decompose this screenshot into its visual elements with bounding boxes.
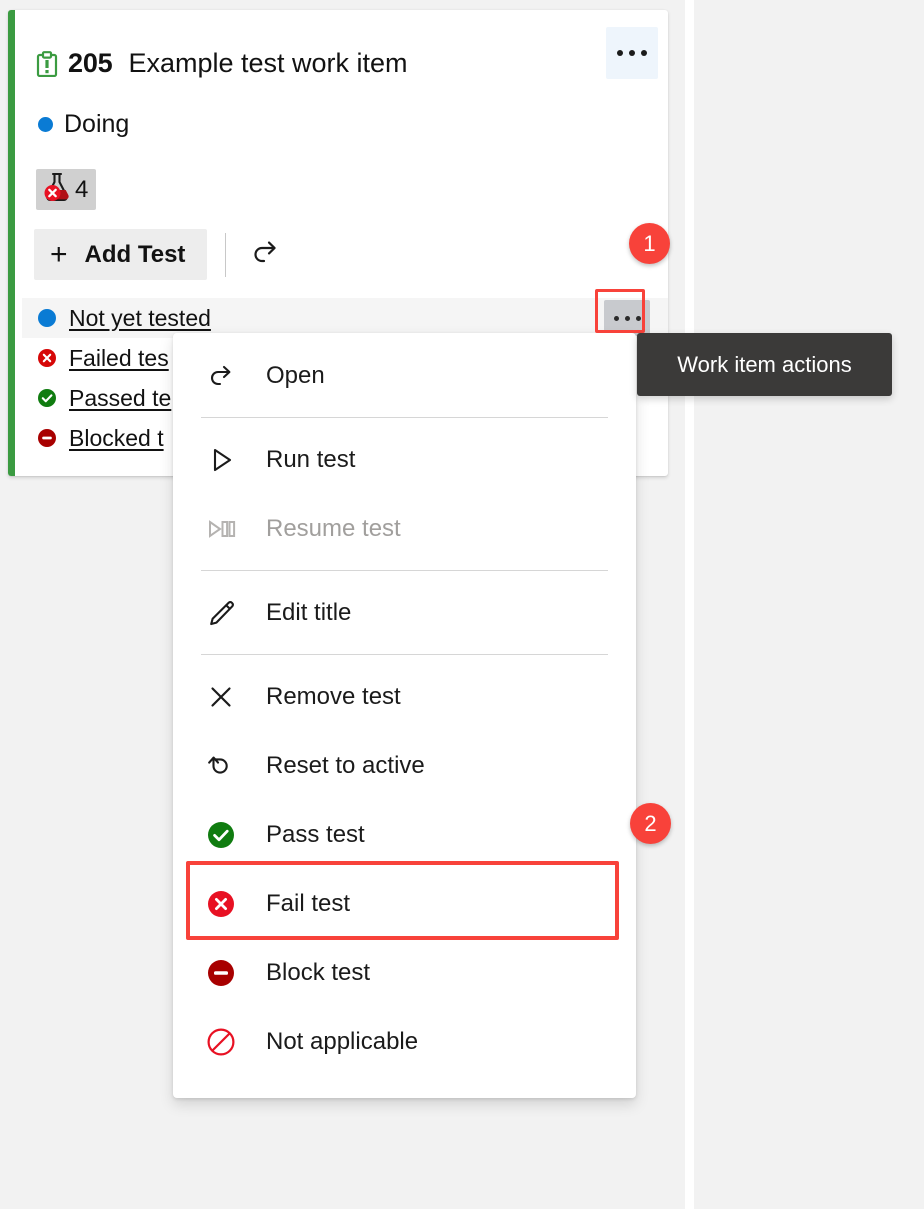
test-toolbar: + Add Test: [34, 229, 284, 280]
menu-item-label: Open: [266, 361, 325, 389]
menu-divider: [201, 417, 608, 418]
menu-item-label: Run test: [266, 445, 356, 473]
not-applicable-icon: [201, 1022, 241, 1062]
refresh-tests-button[interactable]: [248, 235, 284, 274]
tooltip-text: Work item actions: [677, 351, 852, 377]
menu-item-label: Remove test: [266, 682, 401, 710]
callout-number: 1: [643, 230, 656, 256]
work-item-id: 205: [68, 48, 113, 78]
menu-item-label: Reset to active: [266, 751, 425, 779]
not-yet-tested-status-icon: [36, 307, 58, 329]
screen-root: 205 Example test work item Doing 4 + Add…: [0, 0, 924, 1209]
pencil-icon: [201, 593, 241, 633]
menu-divider: [201, 654, 608, 655]
callout-badge-1: 1: [629, 223, 670, 264]
close-x-icon: [201, 677, 241, 717]
callout-badge-2: 2: [630, 803, 671, 844]
ellipsis-icon: [613, 315, 641, 321]
block-minus-icon: [201, 953, 241, 993]
menu-divider: [201, 570, 608, 571]
open-arrow-icon: [201, 356, 241, 396]
menu-item-reset-to-active[interactable]: Reset to active: [173, 731, 636, 800]
failed-status-icon: [36, 347, 58, 369]
menu-item-resume-test: Resume test: [173, 494, 636, 563]
add-test-button[interactable]: + Add Test: [34, 229, 208, 280]
pass-check-icon: [201, 815, 241, 855]
test-list-item-not-yet-tested[interactable]: Not yet tested: [22, 298, 668, 338]
undo-icon: [201, 746, 241, 786]
work-item-actions-button[interactable]: [606, 27, 658, 79]
blocked-status-icon: [36, 427, 58, 449]
play-pause-icon: [201, 509, 241, 549]
menu-item-not-applicable[interactable]: Not applicable: [173, 1007, 636, 1076]
failed-flask-icon: [41, 171, 71, 208]
menu-item-fail-test[interactable]: Fail test: [173, 869, 636, 938]
test-summary-badge[interactable]: 4: [36, 169, 97, 210]
board-column-gap: [685, 0, 694, 1209]
test-link[interactable]: Not yet tested: [69, 305, 211, 332]
toolbar-divider: [225, 232, 227, 277]
task-clipboard-icon: [36, 50, 58, 77]
menu-item-label: Block test: [266, 958, 371, 986]
menu-item-label: Edit title: [266, 598, 352, 626]
work-item-state-row: Doing: [38, 110, 129, 139]
passed-status-icon: [36, 387, 58, 409]
menu-item-edit-title[interactable]: Edit title: [173, 578, 636, 647]
menu-item-label: Not applicable: [266, 1027, 419, 1055]
work-item-title[interactable]: Example test work item: [128, 48, 407, 79]
test-item-actions-button[interactable]: [604, 300, 650, 336]
board-column-background-right: [694, 0, 924, 1209]
test-link[interactable]: Failed tes: [69, 345, 169, 372]
menu-item-pass-test[interactable]: Pass test: [173, 800, 636, 869]
play-icon: [201, 440, 241, 480]
menu-item-open[interactable]: Open: [173, 341, 636, 410]
menu-item-label: Fail test: [266, 889, 351, 917]
refresh-arrow-icon: [252, 239, 280, 270]
test-context-menu: Open Run test Resume test Edit title Rem…: [173, 333, 636, 1098]
fail-x-icon: [201, 884, 241, 924]
test-link[interactable]: Passed te: [69, 385, 171, 412]
card-accent-bar: [8, 10, 15, 476]
menu-item-run-test[interactable]: Run test: [173, 425, 636, 494]
menu-item-label: Pass test: [266, 820, 365, 848]
test-count: 4: [75, 175, 89, 203]
menu-item-label: Resume test: [266, 514, 401, 542]
work-item-state: Doing: [64, 110, 130, 138]
ellipsis-icon: [617, 50, 647, 56]
plus-icon: +: [50, 237, 68, 271]
menu-item-block-test[interactable]: Block test: [173, 938, 636, 1007]
add-test-label: Add Test: [84, 240, 186, 268]
state-dot-icon: [38, 117, 53, 132]
menu-item-remove-test[interactable]: Remove test: [173, 662, 636, 731]
work-item-title-row: 205 Example test work item: [36, 48, 408, 79]
test-link[interactable]: Blocked t: [69, 425, 164, 452]
tooltip-work-item-actions: Work item actions: [637, 333, 892, 396]
callout-number: 2: [644, 810, 657, 836]
